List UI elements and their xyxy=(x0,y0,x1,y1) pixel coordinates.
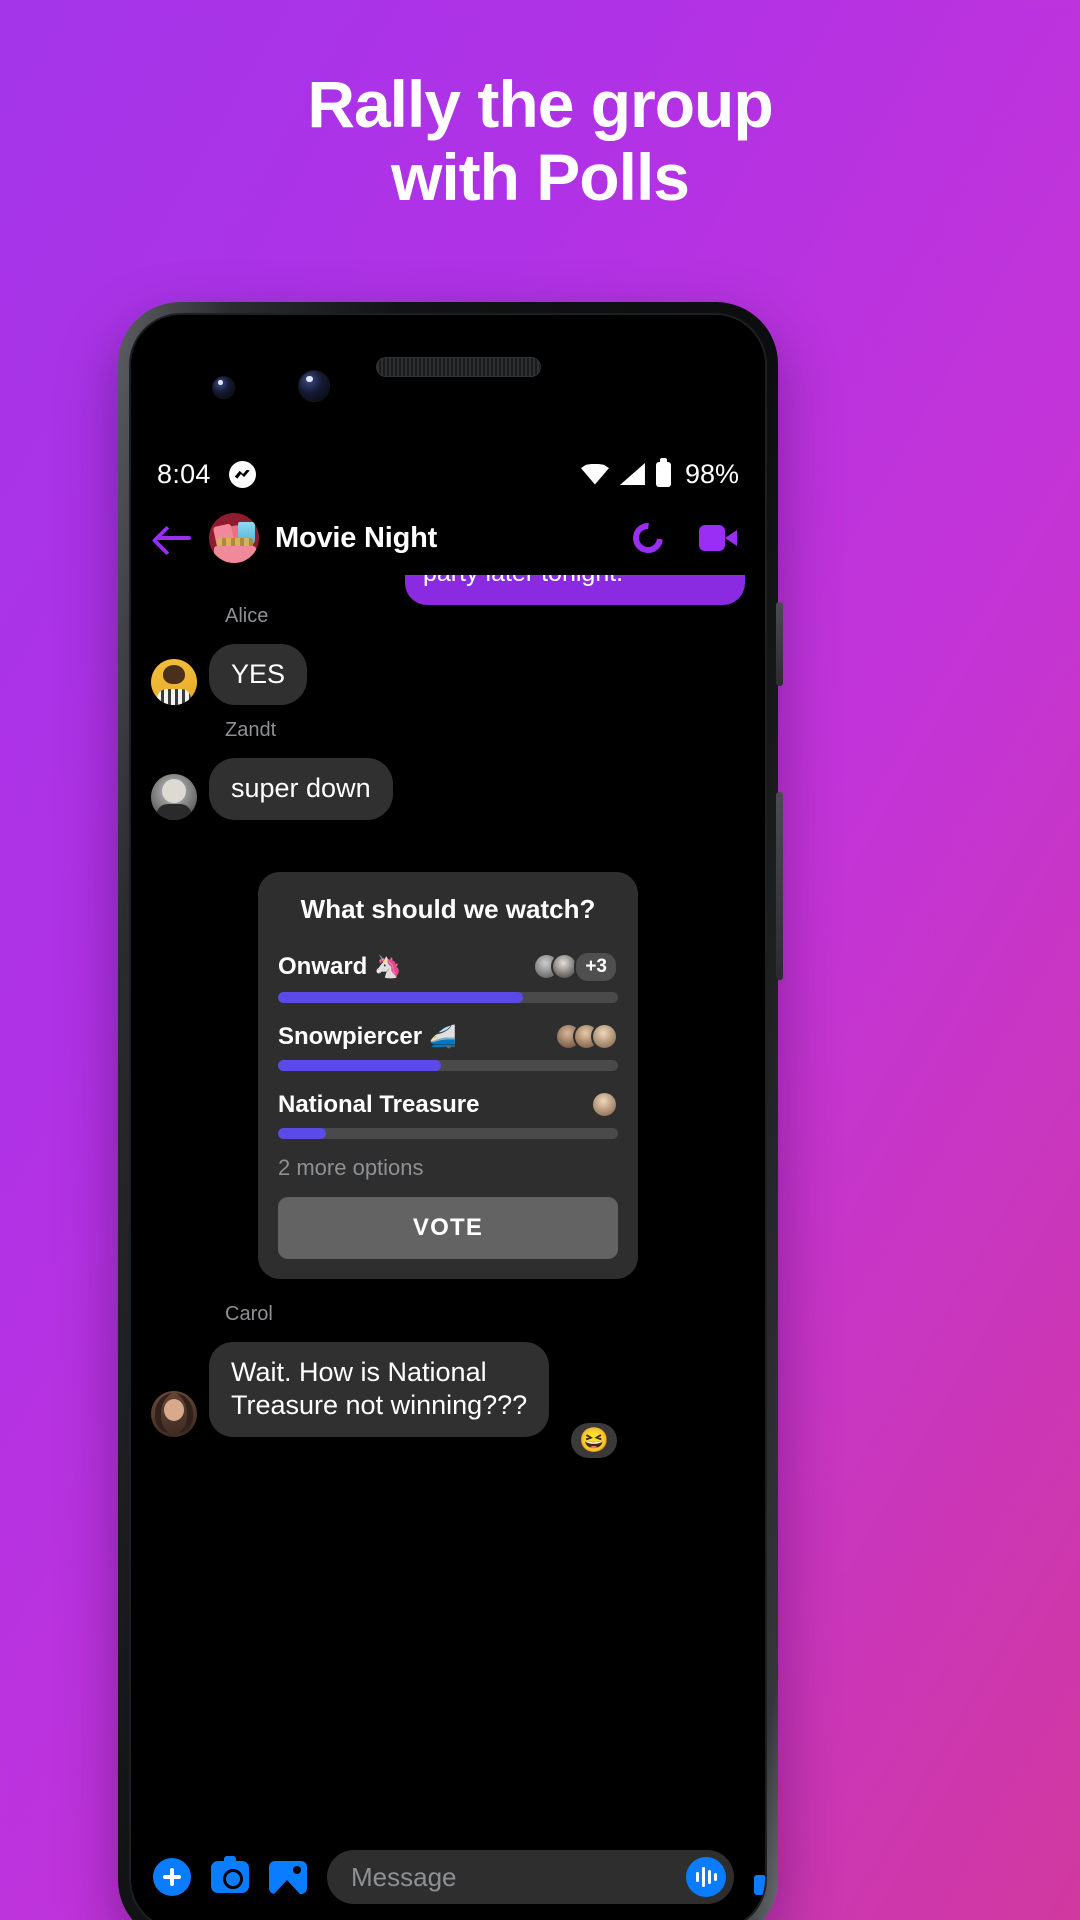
back-arrow-icon[interactable] xyxy=(155,523,193,553)
outgoing-message-text: party later tonight. xyxy=(423,575,623,588)
poll-progress-track xyxy=(278,991,618,1003)
phone-mockup: 8:04 98% Movie Night Alice YES Zandt sup… xyxy=(118,302,783,1920)
battery-percent: 98% xyxy=(684,458,739,489)
camera-icon[interactable] xyxy=(211,1856,249,1893)
poll-card[interactable]: What should we watch? Onward 🦄 +3 Snowpi… xyxy=(258,871,638,1279)
phone-power-button[interactable] xyxy=(776,602,783,686)
poll-voter-avatars[interactable]: +3 xyxy=(533,950,618,983)
avatar xyxy=(591,1091,618,1119)
poll-option-header: Onward 🦄 +3 xyxy=(278,950,618,983)
message-line-2: Treasure not winning??? xyxy=(231,1390,528,1421)
list-item[interactable]: YES xyxy=(151,644,745,706)
poll-progress-track xyxy=(278,1127,618,1139)
popcorn-box-shape xyxy=(214,546,256,563)
avatar[interactable] xyxy=(151,659,197,706)
message-reaction-badge[interactable]: 😆 xyxy=(571,1422,617,1458)
wifi-icon xyxy=(580,463,609,485)
status-indicators: 98% xyxy=(580,457,739,490)
message-list[interactable]: party later tonight. Alice YES Zandt sup… xyxy=(131,575,765,1825)
list-item[interactable]: super down xyxy=(151,758,745,820)
message-line-1: Wait. How is National xyxy=(231,1356,487,1387)
unicorn-icon: 🦄 xyxy=(374,953,402,979)
poll-option-label: National Treasure xyxy=(278,1090,480,1118)
front-camera-lens-small-icon xyxy=(213,377,234,398)
poll-progress-fill xyxy=(278,1059,442,1071)
phone-screen: 8:04 98% Movie Night Alice YES Zandt sup… xyxy=(129,313,767,1920)
earpiece-speaker-grille xyxy=(376,357,541,377)
cellular-signal-icon xyxy=(619,463,645,485)
sender-name: Alice xyxy=(225,605,269,627)
sender-name: Zandt xyxy=(225,719,277,742)
status-bar: 8:04 98% xyxy=(131,447,765,501)
status-time: 8:04 xyxy=(157,458,211,489)
poll-option-onward[interactable]: Onward 🦄 +3 xyxy=(278,950,618,1003)
chat-header: Movie Night xyxy=(131,501,765,575)
poll-more-options-link[interactable]: 2 more options xyxy=(278,1155,618,1181)
message-bubble[interactable]: YES xyxy=(209,644,308,706)
message-bubble[interactable]: Wait. How is National Treasure not winni… xyxy=(209,1341,550,1437)
avatar[interactable] xyxy=(151,1390,197,1437)
page-title[interactable]: Movie Night xyxy=(275,522,437,555)
video-call-icon[interactable] xyxy=(699,525,737,551)
poll-question: What should we watch? xyxy=(300,893,596,924)
front-camera-lens-large-icon xyxy=(299,371,329,401)
headline-line-2: with Polls xyxy=(390,139,690,214)
message-bubble[interactable]: super down xyxy=(209,758,393,820)
message-input[interactable] xyxy=(351,1861,686,1893)
poll-option-label: Onward xyxy=(278,952,368,980)
avatar xyxy=(591,1023,618,1051)
thumbs-up-icon[interactable] xyxy=(754,1857,765,1897)
sender-name: Carol xyxy=(225,1302,273,1325)
phone-call-icon[interactable] xyxy=(631,521,665,555)
phone-bezel-top xyxy=(131,315,765,447)
gallery-icon[interactable] xyxy=(269,1860,307,1894)
movie-night-group-avatar[interactable] xyxy=(209,513,259,563)
poll-option-header: National Treasure xyxy=(278,1091,618,1119)
vote-button[interactable]: VOTE xyxy=(278,1196,618,1259)
phone-volume-button[interactable] xyxy=(776,792,783,980)
headline-line-1: Rally the group xyxy=(307,67,773,141)
messenger-icon xyxy=(228,460,256,488)
train-icon: 🚄 xyxy=(429,1023,457,1049)
voice-record-icon[interactable] xyxy=(686,1857,726,1897)
message-composer xyxy=(131,1825,765,1920)
poll-option-snowpiercer[interactable]: Snowpiercer 🚄 xyxy=(278,1023,618,1071)
poll-voter-avatars[interactable] xyxy=(591,1091,618,1119)
poll-voter-avatars[interactable] xyxy=(555,1023,618,1051)
header-actions xyxy=(633,523,741,553)
poll-option-header: Snowpiercer 🚄 xyxy=(278,1023,618,1051)
promo-headline: Rally the group with Polls xyxy=(0,68,1080,213)
message-input-wrap[interactable] xyxy=(327,1850,734,1904)
poll-progress-fill xyxy=(278,1127,326,1139)
add-plus-icon[interactable] xyxy=(153,1858,191,1896)
poll-option-label: Snowpiercer xyxy=(278,1022,423,1050)
outgoing-message-bubble[interactable]: party later tonight. xyxy=(405,575,745,605)
poll-progress-fill xyxy=(278,991,523,1003)
voter-overflow-badge: +3 xyxy=(574,950,618,983)
poll-option-national-treasure[interactable]: National Treasure xyxy=(278,1091,618,1139)
poll-progress-track xyxy=(278,1059,618,1071)
avatar[interactable] xyxy=(151,773,197,820)
list-item[interactable]: Wait. How is National Treasure not winni… xyxy=(151,1341,745,1437)
battery-icon xyxy=(655,457,671,487)
